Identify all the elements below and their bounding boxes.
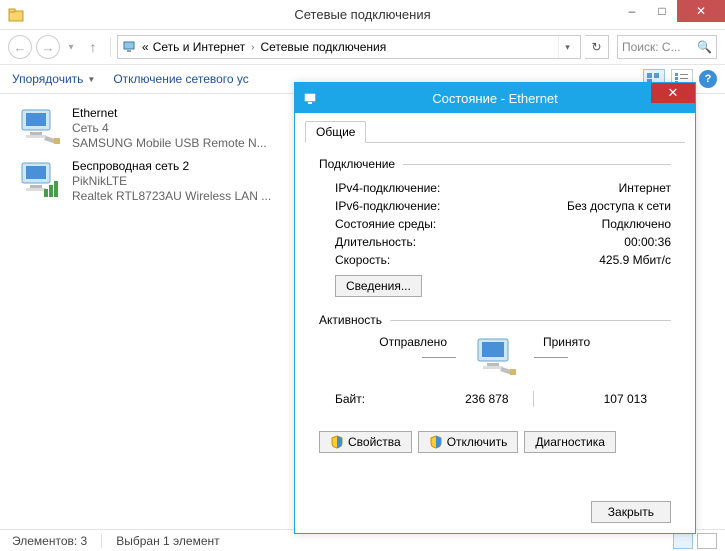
minimize-button[interactable]: – [617,0,647,22]
search-placeholder: Поиск: С... [622,40,693,54]
speed-value: 425.9 Мбит/с [599,253,671,267]
organize-label: Упорядочить [12,72,83,86]
wireless-icon [16,159,64,199]
connection-device: SAMSUNG Mobile USB Remote N... [72,136,267,151]
row-media: Состояние среды: Подключено [319,215,671,233]
group-connection-label: Подключение [319,157,395,171]
selection-count: Выбран 1 элемент [116,534,219,548]
group-connection: Подключение IPv4-подключение: Интернет I… [319,157,671,297]
organize-menu[interactable]: Упорядочить ▼ [12,72,95,86]
row-speed: Скорость: 425.9 Мбит/с [319,251,671,269]
connection-item-wireless[interactable]: Беспроводная сеть 2 PikNikLTE Realtek RT… [12,155,312,208]
diagnostics-button[interactable]: Диагностика [524,431,616,453]
chevron-down-icon: ▼ [87,75,95,84]
close-button[interactable]: Закрыть [591,501,671,523]
up-button[interactable]: ↑ [82,36,104,58]
refresh-button[interactable]: ↻ [585,35,609,59]
forward-button[interactable]: → [36,35,60,59]
duration-label: Длительность: [335,235,416,249]
tab-strip: Общие [305,121,685,143]
search-input[interactable]: Поиск: С... 🔍 [617,35,717,59]
history-dropdown[interactable]: ▾ [64,42,78,53]
bytes-recv: 107 013 [534,392,656,406]
search-icon: 🔍 [697,40,712,54]
disable-label: Отключение сетевого ус [113,72,248,86]
shield-icon [429,435,443,449]
details-button[interactable]: Сведения... [335,275,422,297]
connection-name: Ethernet [72,106,267,121]
close-button[interactable]: ✕ [677,0,725,22]
dialog-titlebar[interactable]: Состояние - Ethernet ✕ [295,83,695,113]
disable-label: Отключить [447,435,508,449]
breadcrumb-1[interactable]: Сеть и Интернет [153,40,245,54]
connection-item-ethernet[interactable]: Ethernet Сеть 4 SAMSUNG Mobile USB Remot… [12,102,312,155]
ipv6-label: IPv6-подключение: [335,199,440,213]
back-button[interactable]: ← [8,35,32,59]
network-icon [122,39,138,55]
breadcrumb-prefix: « [142,40,149,54]
maximize-button[interactable]: □ [647,0,677,22]
item-count: Элементов: 3 [12,534,87,548]
status-dialog: Состояние - Ethernet ✕ Общие Подключение… [294,82,696,534]
recv-label: Принято [525,335,655,349]
bytes-label: Байт: [335,392,395,406]
separator [101,534,102,548]
speed-label: Скорость: [335,253,390,267]
breadcrumb-2[interactable]: Сетевые подключения [260,40,386,54]
address-dropdown[interactable]: ▾ [558,36,576,58]
button-row: Свойства Отключить Диагностика [319,417,671,453]
ipv6-value: Без доступа к сети [567,199,671,213]
sent-label: Отправлено [335,335,465,349]
dialog-footer: Закрыть [305,491,685,523]
disable-button[interactable]: Отключить [418,431,519,453]
window-title: Сетевые подключения [294,7,430,22]
row-ipv4: IPv4-подключение: Интернет [319,179,671,197]
separator [110,37,111,57]
row-ipv6: IPv6-подключение: Без доступа к сети [319,197,671,215]
help-button[interactable]: ? [699,70,717,88]
duration-value: 00:00:36 [624,235,671,249]
ipv4-label: IPv4-подключение: [335,181,440,195]
dialog-close-button[interactable]: ✕ [651,83,695,103]
address-bar[interactable]: « Сеть и Интернет › Сетевые подключения … [117,35,581,59]
properties-label: Свойства [348,435,401,449]
media-label: Состояние среды: [335,217,436,231]
connection-name: Беспроводная сеть 2 [72,159,271,174]
ethernet-icon [16,106,64,146]
network-adapter-icon [303,90,319,106]
tab-general[interactable]: Общие [305,121,366,143]
view-mode-large[interactable] [697,533,717,549]
group-activity: Активность Отправлено Принято Байт: [319,313,671,407]
connection-status: Сеть 4 [72,121,267,136]
connection-device: Realtek RTL8723AU Wireless LAN ... [72,189,271,204]
ipv4-value: Интернет [619,181,671,195]
bytes-sent: 236 878 [395,392,533,406]
bytes-row: Байт: 236 878 107 013 [319,383,671,407]
folder-icon [8,7,24,23]
breadcrumb-arrow: › [249,42,256,53]
group-activity-label: Активность [319,313,382,327]
row-duration: Длительность: 00:00:36 [319,233,671,251]
navbar: ← → ▾ ↑ « Сеть и Интернет › Сетевые подк… [0,30,725,64]
disable-device-button[interactable]: Отключение сетевого ус [113,72,248,86]
media-value: Подключено [602,217,671,231]
view-mode-details[interactable] [673,533,693,549]
connection-status: PikNikLTE [72,174,271,189]
main-titlebar: Сетевые подключения – □ ✕ [0,0,725,30]
activity-computer-icon [470,337,520,377]
shield-icon [330,435,344,449]
dialog-title: Состояние - Ethernet [432,91,558,106]
properties-button[interactable]: Свойства [319,431,412,453]
